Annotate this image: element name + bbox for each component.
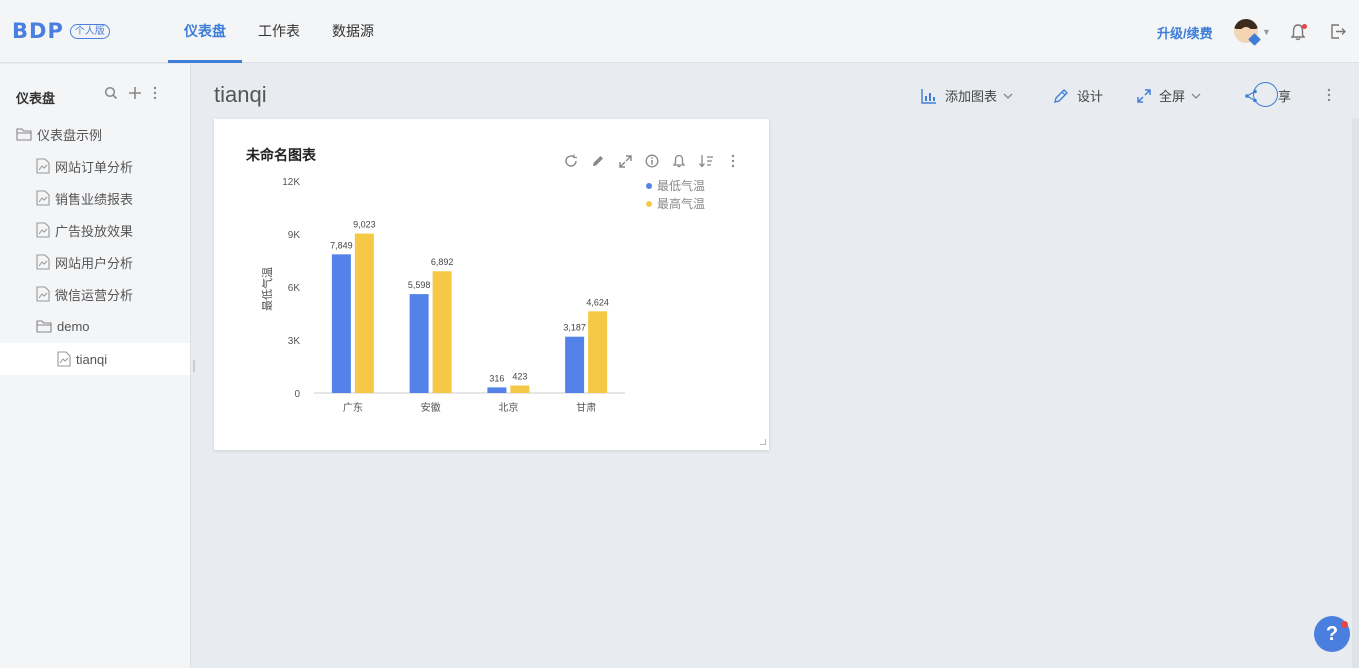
notification-dot (1302, 24, 1307, 29)
tree-item-wechat-ops[interactable]: 微信运营分析 (0, 278, 190, 310)
design-button[interactable]: 设计 (1053, 86, 1103, 105)
add-chart-button[interactable]: 添加图表 (921, 86, 1013, 105)
bar (331, 254, 351, 393)
help-notification-dot (1341, 621, 1348, 628)
bar (565, 336, 585, 393)
search-icon[interactable] (104, 86, 118, 105)
dashboard-file-icon (36, 254, 50, 270)
y-tick-label: 6K (288, 283, 301, 294)
tree-folder-demo[interactable]: demo (0, 310, 190, 342)
fullscreen-button[interactable]: 全屏 (1137, 86, 1201, 105)
bar (510, 385, 530, 393)
tree-item-website-orders[interactable]: 网站订单分析 (0, 150, 190, 182)
add-chart-label: 添加图表 (945, 89, 998, 104)
x-tick-label: 甘肃 (576, 401, 596, 414)
data-label: 3,187 (563, 323, 586, 333)
tree-folder-examples[interactable]: 仪表盘示例 (0, 118, 190, 150)
bar (432, 271, 452, 393)
x-tick-label: 安徽 (421, 401, 441, 414)
data-label: 7,849 (330, 240, 353, 250)
tree-item-ad-performance[interactable]: 广告投放效果 (0, 214, 190, 246)
more-icon[interactable] (1326, 88, 1332, 107)
y-tick-label: 0 (294, 389, 300, 400)
tree-item-label: 广告投放效果 (55, 223, 134, 239)
bar (354, 233, 374, 393)
legend-marker (646, 183, 652, 189)
edition-badge: 个人版 (69, 23, 110, 39)
dashboard-file-icon (36, 190, 50, 206)
expand-icon (1137, 88, 1151, 103)
sidebar: 仪表盘 仪表盘示例 网站订单分析 销售业绩报表 广告投放效果 网站用户分析 微信… (0, 64, 191, 668)
legend-marker (646, 201, 652, 207)
y-tick-label: 9K (288, 230, 301, 241)
x-tick-label: 北京 (498, 401, 518, 414)
dashboard-file-icon (36, 286, 50, 302)
tree-item-label: 微信运营分析 (55, 287, 134, 303)
fullscreen-label: 全屏 (1159, 89, 1186, 104)
folder-icon (36, 320, 52, 333)
bar (588, 311, 608, 393)
upgrade-link[interactable]: 升级/续费 (1157, 23, 1213, 42)
chevron-down-icon[interactable]: ▼ (1262, 27, 1271, 37)
scrollbar[interactable] (1352, 118, 1359, 668)
top-bar: BDP 个人版 仪表盘 工作表 数据源 升级/续费 ▼ (0, 0, 1359, 63)
logo-text: BDP (12, 19, 64, 43)
dashboard-file-icon (57, 351, 71, 367)
sidebar-tools (104, 86, 158, 105)
tree-item-label: 网站订单分析 (55, 159, 134, 175)
data-label: 6,892 (431, 257, 454, 267)
add-icon[interactable] (128, 86, 142, 105)
page-title: tianqi (214, 82, 267, 107)
dashboard-file-icon (36, 158, 50, 174)
data-label: 4,624 (586, 297, 609, 307)
tree-item-label: 仪表盘示例 (37, 127, 103, 143)
pencil-ruler-icon (1054, 88, 1068, 103)
tree-item-label: 网站用户分析 (55, 255, 134, 271)
sidebar-title: 仪表盘 (16, 91, 56, 106)
tab-worksheet[interactable]: 工作表 (246, 0, 312, 63)
more-icon[interactable] (152, 86, 158, 105)
logo[interactable]: BDP 个人版 (12, 19, 110, 43)
logout-icon[interactable] (1330, 23, 1347, 45)
tree-item-website-users[interactable]: 网站用户分析 (0, 246, 190, 278)
tab-datasource[interactable]: 数据源 (320, 0, 386, 63)
tree-item-label: demo (57, 318, 90, 334)
sidebar-resize-handle[interactable] (193, 360, 195, 372)
legend-label: 最高气温 (657, 196, 705, 211)
data-label: 423 (512, 372, 527, 382)
folder-icon (16, 128, 32, 141)
data-label: 5,598 (408, 280, 431, 290)
chevron-down-icon (1003, 93, 1013, 99)
share-label: 享 (1278, 89, 1292, 104)
x-tick-label: 广东 (343, 401, 363, 414)
bar-chart-icon (921, 88, 936, 104)
share-loading-indicator (1253, 82, 1278, 107)
data-label: 316 (489, 373, 504, 383)
tree-item-sales-report[interactable]: 销售业绩报表 (0, 182, 190, 214)
legend-label: 最低气温 (657, 178, 705, 193)
y-tick-label: 12K (282, 177, 300, 188)
y-axis-title: 最低气温 (260, 267, 274, 311)
tree-item-label: tianqi (76, 351, 108, 367)
data-label: 9,023 (353, 220, 376, 230)
design-label: 设计 (1077, 89, 1104, 104)
chevron-down-icon (1191, 93, 1201, 99)
resize-handle[interactable] (760, 439, 766, 445)
bar-chart: 0 3K 6K 9K 12K 最低气温广东 7,8499,023 安徽 5,598 6,892 北京… (260, 177, 705, 414)
tree-item-label: 销售业绩报表 (55, 191, 134, 207)
y-tick-label: 3K (288, 336, 301, 347)
dashboard-file-icon (36, 222, 50, 238)
bar (487, 387, 507, 393)
tab-dashboard[interactable]: 仪表盘 (168, 0, 242, 63)
bar (409, 294, 429, 393)
tree-item-tianqi[interactable]: tianqi (0, 343, 190, 375)
chart-card[interactable]: 未命名图表 0 3K 6K 9K 12K 最低气温 广东 7,849 9,023 安徽 5,598 6… (214, 119, 769, 450)
